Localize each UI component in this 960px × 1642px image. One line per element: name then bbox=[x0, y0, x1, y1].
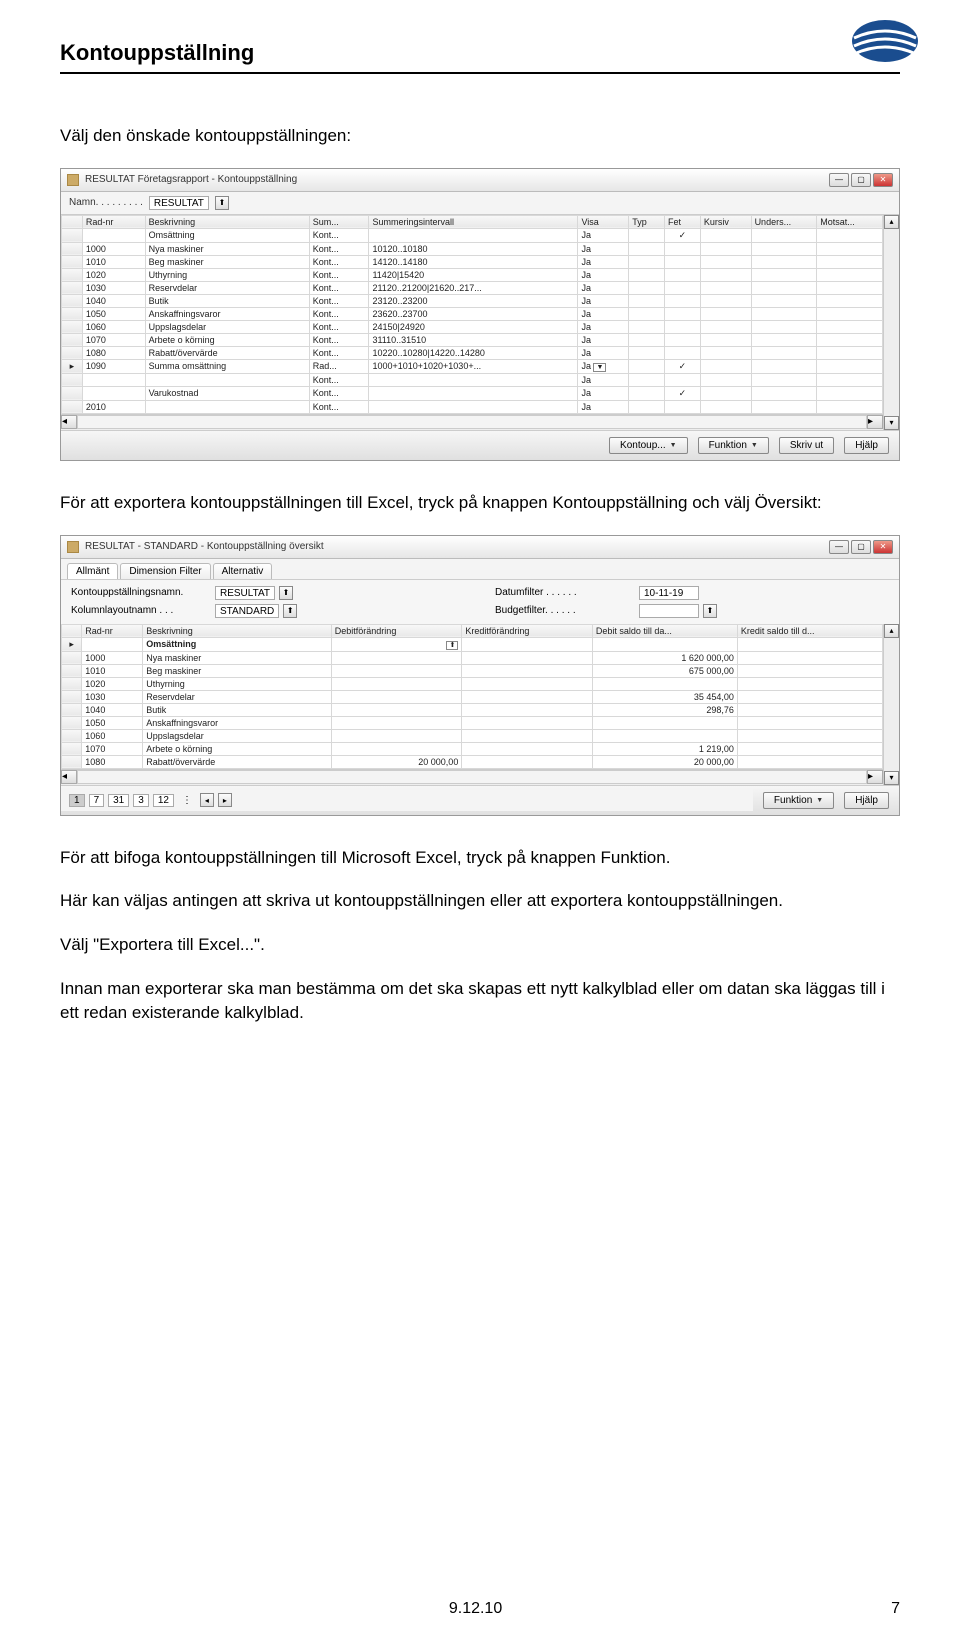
lookup-button[interactable]: ⬆ bbox=[283, 604, 297, 618]
grid-table[interactable]: Rad-nr Beskrivning Sum... Summeringsinte… bbox=[61, 215, 883, 414]
horizontal-scrollbar[interactable]: ◂▸ bbox=[61, 769, 883, 785]
tab-allmant[interactable]: Allmänt bbox=[67, 563, 118, 579]
col-sum[interactable]: Sum... bbox=[309, 215, 369, 228]
maximize-button[interactable]: ▢ bbox=[851, 540, 871, 554]
page-title: Kontouppställning bbox=[60, 40, 900, 66]
window-title-2: RESULTAT - STANDARD - Kontouppställning … bbox=[85, 541, 829, 552]
knamn-field[interactable]: RESULTAT bbox=[215, 586, 275, 600]
skrivut-button[interactable]: Skriv ut bbox=[779, 437, 834, 454]
pager-31[interactable]: 31 bbox=[108, 794, 129, 807]
tab-alternativ[interactable]: Alternativ bbox=[213, 563, 273, 579]
name-label: Namn. . . . . . . . . bbox=[69, 197, 143, 208]
kontoup-button[interactable]: Kontoup...▼ bbox=[609, 437, 688, 454]
app-icon bbox=[67, 174, 79, 186]
table-row[interactable]: 1040Butik 298,76 bbox=[62, 703, 883, 716]
col-motsat[interactable]: Motsat... bbox=[817, 215, 883, 228]
intro-paragraph: Välj den önskade kontouppställningen: bbox=[60, 124, 900, 148]
table-row[interactable]: 1070Arbete o körning 1 219,00 bbox=[62, 742, 883, 755]
lookup-button[interactable]: ⬆ bbox=[279, 586, 293, 600]
table-row[interactable]: 1020UthyrningKont... 11420|15420Ja bbox=[62, 268, 883, 281]
kol-label: Kolumnlayoutnamn . . . bbox=[71, 605, 211, 616]
table-row[interactable]: 1030ReservdelarKont... 21120..21200|2162… bbox=[62, 281, 883, 294]
vertical-scrollbar[interactable]: ▴▾ bbox=[883, 215, 899, 430]
col-beskrivning[interactable]: Beskrivning bbox=[143, 624, 332, 637]
name-field[interactable]: RESULTAT bbox=[149, 196, 209, 210]
hjalp-button[interactable]: Hjälp bbox=[844, 437, 889, 454]
paragraph-2: För att exportera kontouppställningen ti… bbox=[60, 491, 900, 515]
pager-12[interactable]: 12 bbox=[153, 794, 174, 807]
pager-7[interactable]: 7 bbox=[89, 794, 105, 807]
table-row[interactable]: 1080Rabatt/övervärdeKont... 10220..10280… bbox=[62, 346, 883, 359]
col-typ[interactable]: Typ bbox=[629, 215, 665, 228]
close-button[interactable]: ✕ bbox=[873, 540, 893, 554]
col-debitsaldo[interactable]: Debit saldo till da... bbox=[592, 624, 737, 637]
pager-1[interactable]: 1 bbox=[69, 794, 85, 807]
table-row[interactable]: 1070Arbete o körningKont... 31110..31510… bbox=[62, 333, 883, 346]
window-kontouppstallning: RESULTAT Företagsrapport - Kontouppställ… bbox=[60, 168, 900, 461]
col-debit[interactable]: Debitförändring bbox=[331, 624, 462, 637]
table-row[interactable]: 1060UppslagsdelarKont... 24150|24920Ja bbox=[62, 320, 883, 333]
funktion-button-2[interactable]: Funktion▼ bbox=[763, 792, 834, 809]
table-row[interactable]: 2010Kont... Ja bbox=[62, 400, 883, 413]
col-visa[interactable]: Visa bbox=[578, 215, 629, 228]
company-logo bbox=[850, 18, 920, 69]
table-row[interactable]: 1050Anskaffningsvaror bbox=[62, 716, 883, 729]
col-radnr[interactable]: Rad-nr bbox=[82, 624, 143, 637]
pager-prev[interactable]: ◂ bbox=[200, 793, 214, 807]
close-button[interactable]: ✕ bbox=[873, 173, 893, 187]
budget-field[interactable] bbox=[639, 604, 699, 618]
window-title: RESULTAT Företagsrapport - Kontouppställ… bbox=[85, 174, 829, 185]
table-row[interactable]: ▸ 1090Summa omsättningRad... 1000+1010+1… bbox=[62, 359, 883, 373]
datum-label: Datumfilter . . . . . . bbox=[495, 587, 635, 598]
table-row[interactable]: 1010Beg maskinerKont... 14120..14180Ja bbox=[62, 255, 883, 268]
col-kreditsaldo[interactable]: Kredit saldo till d... bbox=[737, 624, 882, 637]
table-row[interactable]: 1040ButikKont... 23120..23200Ja bbox=[62, 294, 883, 307]
kol-field[interactable]: STANDARD bbox=[215, 604, 279, 618]
footer-page: 7 bbox=[891, 1600, 900, 1618]
pager-3[interactable]: 3 bbox=[133, 794, 149, 807]
table-row[interactable]: 1000Nya maskinerKont... 10120..10180Ja bbox=[62, 242, 883, 255]
budget-label: Budgetfilter. . . . . . bbox=[495, 605, 635, 616]
col-kursiv[interactable]: Kursiv bbox=[700, 215, 751, 228]
table-row[interactable]: 1060Uppslagsdelar bbox=[62, 729, 883, 742]
paragraph-6: Innan man exporterar ska man bestämma om… bbox=[60, 977, 900, 1025]
knamn-label: Kontouppställningsnamn. bbox=[71, 587, 211, 598]
table-row[interactable]: 1020Uthyrning bbox=[62, 677, 883, 690]
table-row[interactable]: OmsättningKont... Ja ✓ bbox=[62, 228, 883, 242]
table-row[interactable]: VarukostnadKont... Ja ✓ bbox=[62, 386, 883, 400]
tab-dimension[interactable]: Dimension Filter bbox=[120, 563, 210, 579]
col-unders[interactable]: Unders... bbox=[751, 215, 817, 228]
vertical-scrollbar[interactable]: ▴▾ bbox=[883, 624, 899, 785]
paragraph-4: Här kan väljas antingen att skriva ut ko… bbox=[60, 889, 900, 913]
footer-date: 9.12.10 bbox=[449, 1600, 502, 1618]
paragraph-3: För att bifoga kontouppställningen till … bbox=[60, 846, 900, 870]
horizontal-scrollbar[interactable]: ◂▸ bbox=[61, 414, 883, 430]
minimize-button[interactable]: — bbox=[829, 173, 849, 187]
col-fet[interactable]: Fet bbox=[665, 215, 701, 228]
table-row[interactable]: 1080Rabatt/övervärde 20 000,00 20 000,00 bbox=[62, 755, 883, 768]
col-sumintervall[interactable]: Summeringsintervall bbox=[369, 215, 578, 228]
table-row[interactable]: 1000Nya maskiner 1 620 000,00 bbox=[62, 651, 883, 664]
table-row[interactable]: 1030Reservdelar 35 454,00 bbox=[62, 690, 883, 703]
minimize-button[interactable]: — bbox=[829, 540, 849, 554]
app-icon bbox=[67, 541, 79, 553]
table-row[interactable]: 1010Beg maskiner 675 000,00 bbox=[62, 664, 883, 677]
lookup-button[interactable]: ⬆ bbox=[215, 196, 229, 210]
paragraph-5: Välj "Exportera till Excel...". bbox=[60, 933, 900, 957]
table-row[interactable]: Kont... Ja bbox=[62, 373, 883, 386]
table-row[interactable]: 1050AnskaffningsvarorKont... 23620..2370… bbox=[62, 307, 883, 320]
table-row[interactable]: ▸ Omsättning ⬆ bbox=[62, 637, 883, 651]
window-oversikt: RESULTAT - STANDARD - Kontouppställning … bbox=[60, 535, 900, 816]
col-radnr[interactable]: Rad-nr bbox=[82, 215, 145, 228]
lookup-button[interactable]: ⬆ bbox=[703, 604, 717, 618]
grid-table-2[interactable]: Rad-nr Beskrivning Debitförändring Kredi… bbox=[61, 624, 883, 769]
datum-field[interactable]: 10-11-19 bbox=[639, 586, 699, 600]
hjalp-button-2[interactable]: Hjälp bbox=[844, 792, 889, 809]
col-kredit[interactable]: Kreditförändring bbox=[462, 624, 593, 637]
funktion-button[interactable]: Funktion▼ bbox=[698, 437, 769, 454]
col-beskrivning[interactable]: Beskrivning bbox=[145, 215, 309, 228]
maximize-button[interactable]: ▢ bbox=[851, 173, 871, 187]
pager-next[interactable]: ▸ bbox=[218, 793, 232, 807]
